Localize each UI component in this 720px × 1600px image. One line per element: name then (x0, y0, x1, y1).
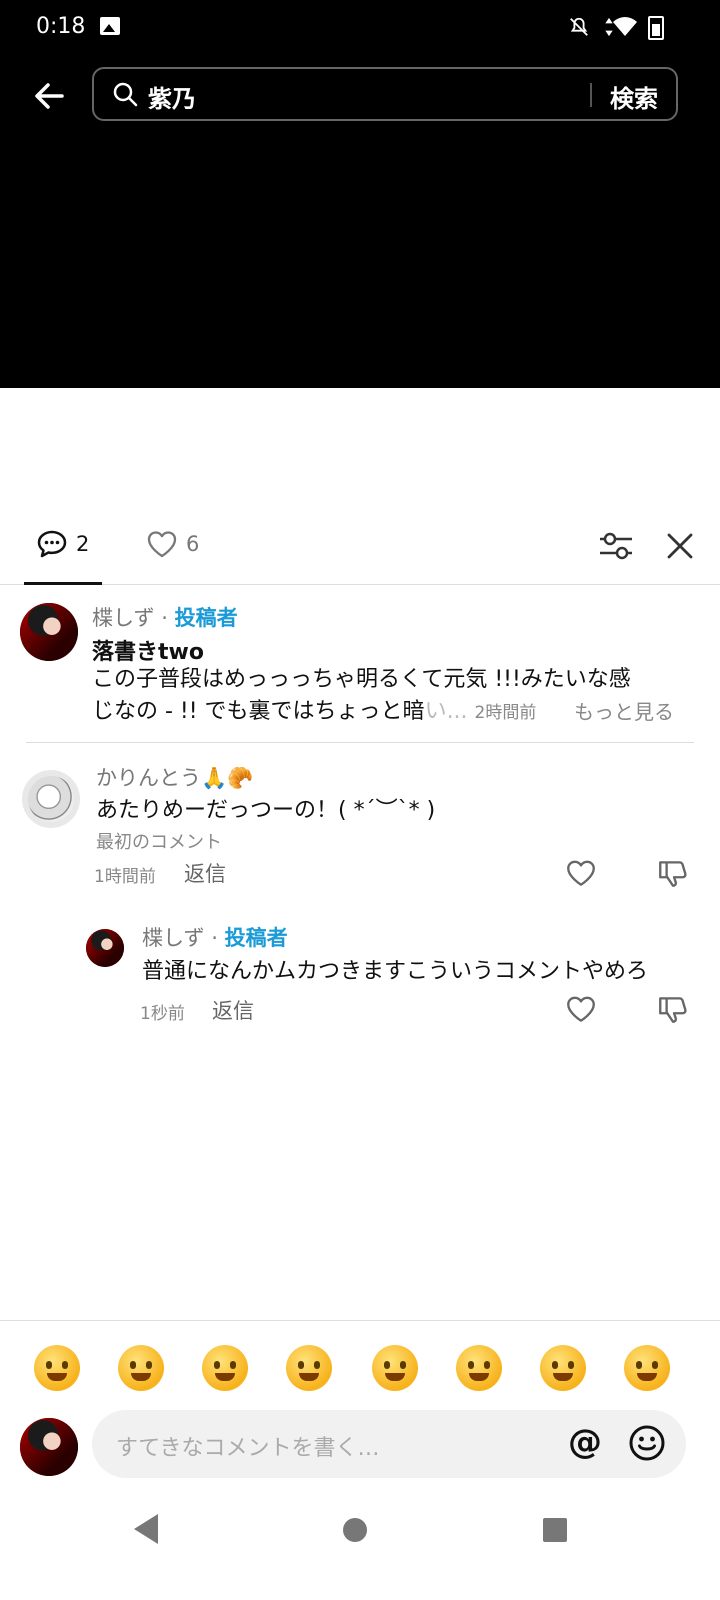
reply-time: 1秒前 (140, 1004, 185, 1024)
comment-bubble-icon (37, 530, 67, 558)
pleading-face-icon[interactable] (624, 1345, 670, 1391)
reply-author-name[interactable]: 楪しず · 投稿者 (142, 922, 288, 952)
comment-text: あたりめーだっつーの！( *´︶`* ) (96, 798, 436, 823)
reply-button[interactable]: 返信 (212, 995, 254, 1025)
back-arrow-button[interactable] (28, 74, 72, 118)
dislike-icon[interactable] (656, 992, 690, 1026)
nav-home-icon[interactable] (343, 1518, 367, 1542)
see-more-link[interactable]: もっと見る (574, 696, 674, 728)
heart-icon (147, 531, 177, 558)
commenter-avatar[interactable] (22, 770, 80, 828)
post-time: 2時間前 (474, 703, 537, 723)
reply-author-avatar[interactable] (86, 929, 124, 967)
commenter-name[interactable]: かりんとう🙏🥐 (96, 762, 253, 792)
divider (26, 742, 694, 743)
search-input[interactable]: 紫乃 (148, 79, 196, 114)
status-bar: 0:18 (0, 0, 720, 54)
name-separator: · (211, 926, 218, 950)
search-icon (113, 82, 138, 107)
system-navigation-bar (0, 1490, 720, 1600)
search-divider (590, 83, 592, 107)
post-title: 落書きtwo (92, 640, 204, 665)
sort-filter-button[interactable] (596, 526, 636, 566)
post-body-text: じなの - !! でも裏ではちょっと暗 (92, 699, 425, 724)
search-bar[interactable]: 紫乃 検索 (92, 67, 678, 121)
comment-input[interactable]: すてきなコメントを書く… @ (92, 1410, 686, 1478)
post-author-avatar[interactable] (20, 603, 78, 661)
reply-text: 普通になんかムカつきますこういうコメントやめろ (142, 959, 649, 984)
emoji-picker-icon[interactable] (628, 1424, 666, 1462)
reply-button[interactable]: 返信 (184, 858, 226, 888)
comment-placeholder: すてきなコメントを書く… (116, 1436, 380, 1461)
comment-time: 1時間前 (94, 867, 156, 887)
face-with-tears-of-joy-icon[interactable] (372, 1345, 418, 1391)
video-area: 0:18 紫乃 検索 (0, 0, 720, 388)
close-button[interactable] (662, 528, 698, 564)
gallery-notification-icon (100, 17, 120, 35)
my-avatar[interactable] (20, 1418, 78, 1476)
wifi-icon (613, 17, 637, 36)
comments-count: 2 (76, 532, 90, 556)
likes-count: 6 (186, 532, 200, 556)
author-name: 楪しず (92, 606, 155, 630)
battery-icon (648, 16, 664, 40)
author-badge: 投稿者 (174, 606, 238, 630)
smirking-face-icon[interactable] (456, 1345, 502, 1391)
nav-recents-icon[interactable] (543, 1518, 567, 1542)
status-time: 0:18 (36, 14, 86, 39)
grinning-face-with-sweat-icon[interactable] (540, 1345, 586, 1391)
dislike-icon[interactable] (656, 856, 690, 890)
nav-back-icon[interactable] (134, 1514, 158, 1544)
flushed-face-icon[interactable] (118, 1345, 164, 1391)
name-separator: · (161, 606, 168, 630)
tab-comments[interactable]: 2 (24, 520, 102, 585)
post-body-line1: この子普段はめっっっちゃ明るくて元気 !!!みたいな感 (92, 667, 631, 692)
like-heart-icon[interactable] (564, 856, 598, 890)
grinning-face-icon[interactable] (202, 1345, 248, 1391)
emoji-quick-bar (0, 1320, 720, 1411)
post-body: この子普段はめっっっちゃ明るくて元気 !!!みたいな感 じなの - !! でも裏… (92, 664, 692, 729)
author-badge: 投稿者 (224, 926, 288, 950)
mute-notifications-icon (570, 17, 588, 36)
smiling-face-with-hearts-icon[interactable] (286, 1345, 332, 1391)
search-button[interactable]: 検索 (610, 79, 658, 114)
mention-button[interactable]: @ (568, 1422, 602, 1462)
loudly-crying-face-icon[interactable] (34, 1345, 80, 1391)
first-comment-badge: 最初のコメント (96, 832, 222, 853)
post-body-fade: い... (424, 699, 475, 724)
post-author-name[interactable]: 楪しず · 投稿者 (92, 602, 238, 632)
like-heart-icon[interactable] (564, 992, 598, 1026)
tab-likes[interactable]: 6 (146, 520, 216, 582)
author-name: 楪しず (142, 926, 205, 950)
